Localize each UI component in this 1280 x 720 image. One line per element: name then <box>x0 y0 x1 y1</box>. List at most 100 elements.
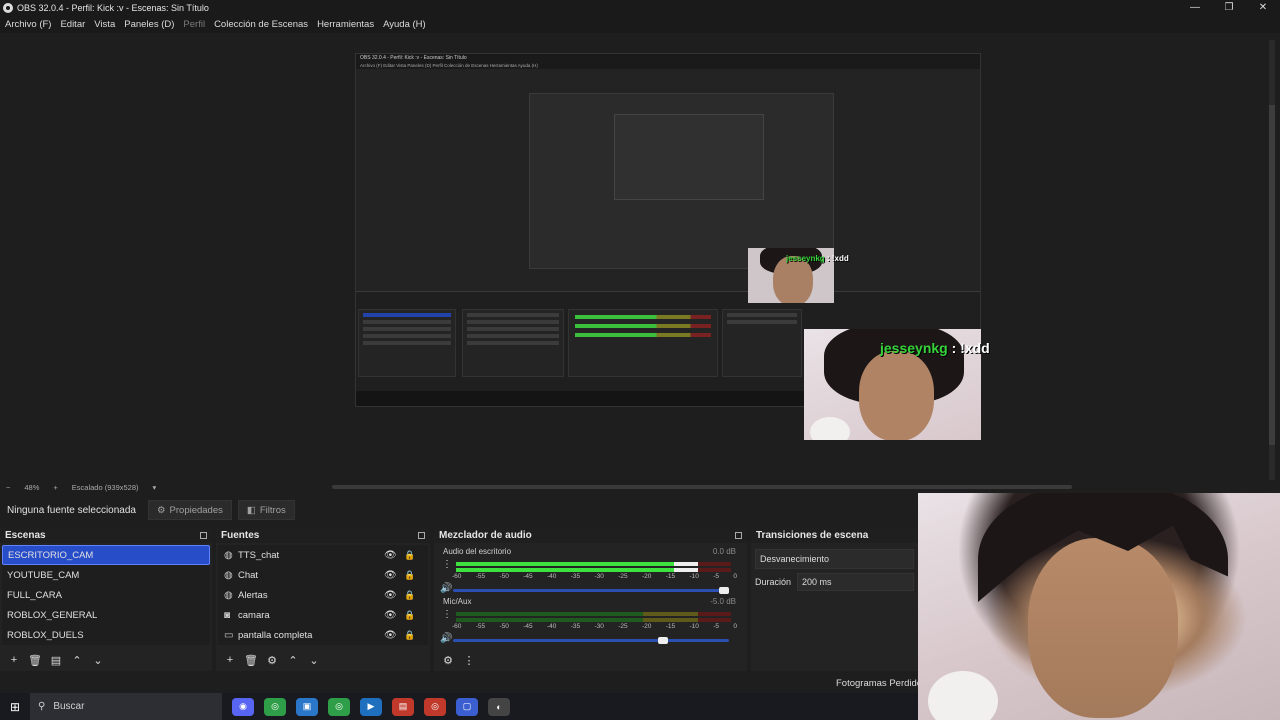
channel-db: 0.0 dB <box>712 547 736 556</box>
windows-start-icon[interactable]: ⊞ <box>0 693 30 720</box>
add-source-icon[interactable]: + <box>221 654 239 666</box>
meter-tick-label: -5 <box>713 573 720 580</box>
sources-title: Fuentes <box>221 529 260 541</box>
duration-input[interactable]: 200 ms <box>797 573 914 591</box>
channel-menu-icon[interactable]: ⋮ <box>442 559 452 570</box>
voicemeeter-icon[interactable]: ▤ <box>392 697 414 716</box>
source-item-alertas[interactable]: ◍ Alertas 👁 🔒 <box>218 585 428 605</box>
meter-tick-label: -35 <box>570 573 581 580</box>
scene-item-roblox-duels[interactable]: ROBLOX_DUELS <box>2 625 210 645</box>
visibility-eye-icon[interactable]: 👁 <box>384 550 397 561</box>
zoom-out-button[interactable]: − <box>6 483 10 492</box>
remove-source-icon[interactable]: 🗑 <box>242 654 260 667</box>
source-item-camara[interactable]: ◙ camara 👁 🔒 <box>218 605 428 625</box>
move-down-icon[interactable]: ⌄ <box>89 654 107 667</box>
obs-icon[interactable]: ◐ <box>488 697 510 716</box>
window-icon[interactable]: ▢ <box>456 697 478 716</box>
undock-icon[interactable] <box>200 531 207 539</box>
volume-knob[interactable] <box>658 637 669 644</box>
scene-item-youtube-cam[interactable]: YOUTUBE_CAM <box>2 565 210 585</box>
duration-row: Duración 200 ms <box>755 573 914 591</box>
source-item-chat[interactable]: ◍ Chat 👁 🔒 <box>218 565 428 585</box>
chrome-icon[interactable]: ◎ <box>328 697 350 716</box>
visibility-eye-icon[interactable]: 👁 <box>384 630 397 641</box>
meter-tick-label: -5 <box>713 623 720 630</box>
preview-vertical-scrollbar[interactable] <box>1269 40 1275 480</box>
undock-icon[interactable] <box>418 531 425 539</box>
menu-vista[interactable]: Vista <box>94 19 115 30</box>
nested-title: OBS 32.0.4 - Perfil: Kick :v - Escenas: … <box>356 54 980 62</box>
speaker-icon[interactable]: 🔊 <box>440 583 452 594</box>
filters-scene-icon[interactable]: ▤ <box>47 654 65 667</box>
transition-select[interactable]: Desvanecimiento <box>755 549 914 569</box>
remove-scene-icon[interactable]: 🗑 <box>26 654 44 667</box>
advanced-audio-icon[interactable]: ⚙ <box>439 654 457 667</box>
scene-item-full-cara[interactable]: FULL_CARA <box>2 585 210 605</box>
preview-horizontal-scrollbar[interactable] <box>332 485 1072 489</box>
search-placeholder: Buscar <box>53 701 85 712</box>
chrome-icon[interactable]: ◎ <box>424 697 446 716</box>
meter-tick-label: -45 <box>523 623 533 630</box>
mixer-menu-icon[interactable]: ⋮ <box>460 654 478 667</box>
source-label: pantalla completa <box>238 629 313 641</box>
menu-paneles[interactable]: Paneles (D) <box>124 19 174 30</box>
menu-editar[interactable]: Editar <box>60 19 85 30</box>
lock-icon[interactable]: 🔒 <box>404 630 415 641</box>
volume-meter <box>456 612 731 616</box>
meter-tick-label: -40 <box>547 573 557 580</box>
visibility-eye-icon[interactable]: 👁 <box>384 570 397 581</box>
nested-inner-capture <box>529 93 834 269</box>
volume-slider[interactable] <box>453 637 729 644</box>
chat-overlay-big: jesseynkg : !xdd <box>880 340 990 356</box>
volume-slider[interactable] <box>453 587 729 594</box>
source-item-pantalla-completa[interactable]: ▭ pantalla completa 👁 🔒 <box>218 625 428 645</box>
lock-icon[interactable]: 🔒 <box>404 550 415 561</box>
visibility-eye-icon[interactable]: 👁 <box>384 590 397 601</box>
undock-icon[interactable] <box>735 531 742 539</box>
properties-button[interactable]: ⚙ Propiedades <box>148 500 232 520</box>
channel-menu-icon[interactable]: ⋮ <box>442 609 452 620</box>
zoom-in-button[interactable]: + <box>53 483 57 492</box>
minimize-button[interactable]: — <box>1178 0 1212 15</box>
app-blue-icon[interactable]: ▣ <box>296 697 318 716</box>
visibility-eye-icon[interactable]: 👁 <box>384 610 397 621</box>
filters-button[interactable]: ◧ Filtros <box>237 500 295 520</box>
move-up-icon[interactable]: ⌃ <box>68 654 86 667</box>
menu-herramientas[interactable]: Herramientas <box>317 19 374 30</box>
discord-icon[interactable]: ◉ <box>232 697 254 716</box>
chrome-icon[interactable]: ◎ <box>264 697 286 716</box>
meter-tick-label: -50 <box>499 623 509 630</box>
lock-icon[interactable]: 🔒 <box>404 590 415 601</box>
menu-ayuda[interactable]: Ayuda (H) <box>383 19 426 30</box>
source-item-tts-chat[interactable]: ◍ TTS_chat 👁 🔒 <box>218 545 428 565</box>
meter-tick-label: -35 <box>570 623 581 630</box>
chat-overlay-mid: jesseynkg : !xdd <box>786 254 849 263</box>
move-down-icon[interactable]: ⌄ <box>305 654 323 667</box>
speaker-icon[interactable]: 🔊 <box>440 633 452 644</box>
source-properties-icon[interactable]: ⚙ <box>263 654 281 667</box>
browser-source-icon: ◍ <box>224 569 233 581</box>
menu-archivo[interactable]: Archivo (F) <box>5 19 51 30</box>
lock-icon[interactable]: 🔒 <box>404 610 415 621</box>
scaling-dropdown-icon[interactable]: ▾ <box>153 483 157 492</box>
restore-button[interactable]: ❐ <box>1212 0 1246 15</box>
close-button[interactable]: ✕ <box>1246 0 1280 15</box>
menu-perfil[interactable]: Perfil <box>183 19 205 30</box>
scrollbar-thumb[interactable] <box>1269 105 1275 445</box>
taskbar-search[interactable]: ⚲ Buscar <box>30 693 222 720</box>
channel-db: -5.0 dB <box>710 597 736 606</box>
scene-item-roblox-general[interactable]: ROBLOX_GENERAL <box>2 605 210 625</box>
scene-item-escritorio-cam[interactable]: ESCRITORIO_CAM <box>2 545 210 565</box>
menu-coleccion-escenas[interactable]: Colección de Escenas <box>214 19 308 30</box>
scenes-toolbar: + 🗑 ▤ ⌃ ⌄ <box>0 649 212 671</box>
nested-scenes-panel <box>358 309 456 377</box>
scenes-dock: Escenas ESCRITORIO_CAM YOUTUBE_CAM FULL_… <box>0 527 212 671</box>
move-up-icon[interactable]: ⌃ <box>284 654 302 667</box>
no-source-label: Ninguna fuente seleccionada <box>7 504 136 516</box>
terminal-icon[interactable]: ▶ <box>360 697 382 716</box>
lock-icon[interactable]: 🔒 <box>404 570 415 581</box>
mixer-title: Mezclador de audio <box>439 529 532 541</box>
add-scene-icon[interactable]: + <box>5 654 23 666</box>
volume-knob[interactable] <box>719 587 729 594</box>
meter-tick-label: -55 <box>475 573 486 580</box>
